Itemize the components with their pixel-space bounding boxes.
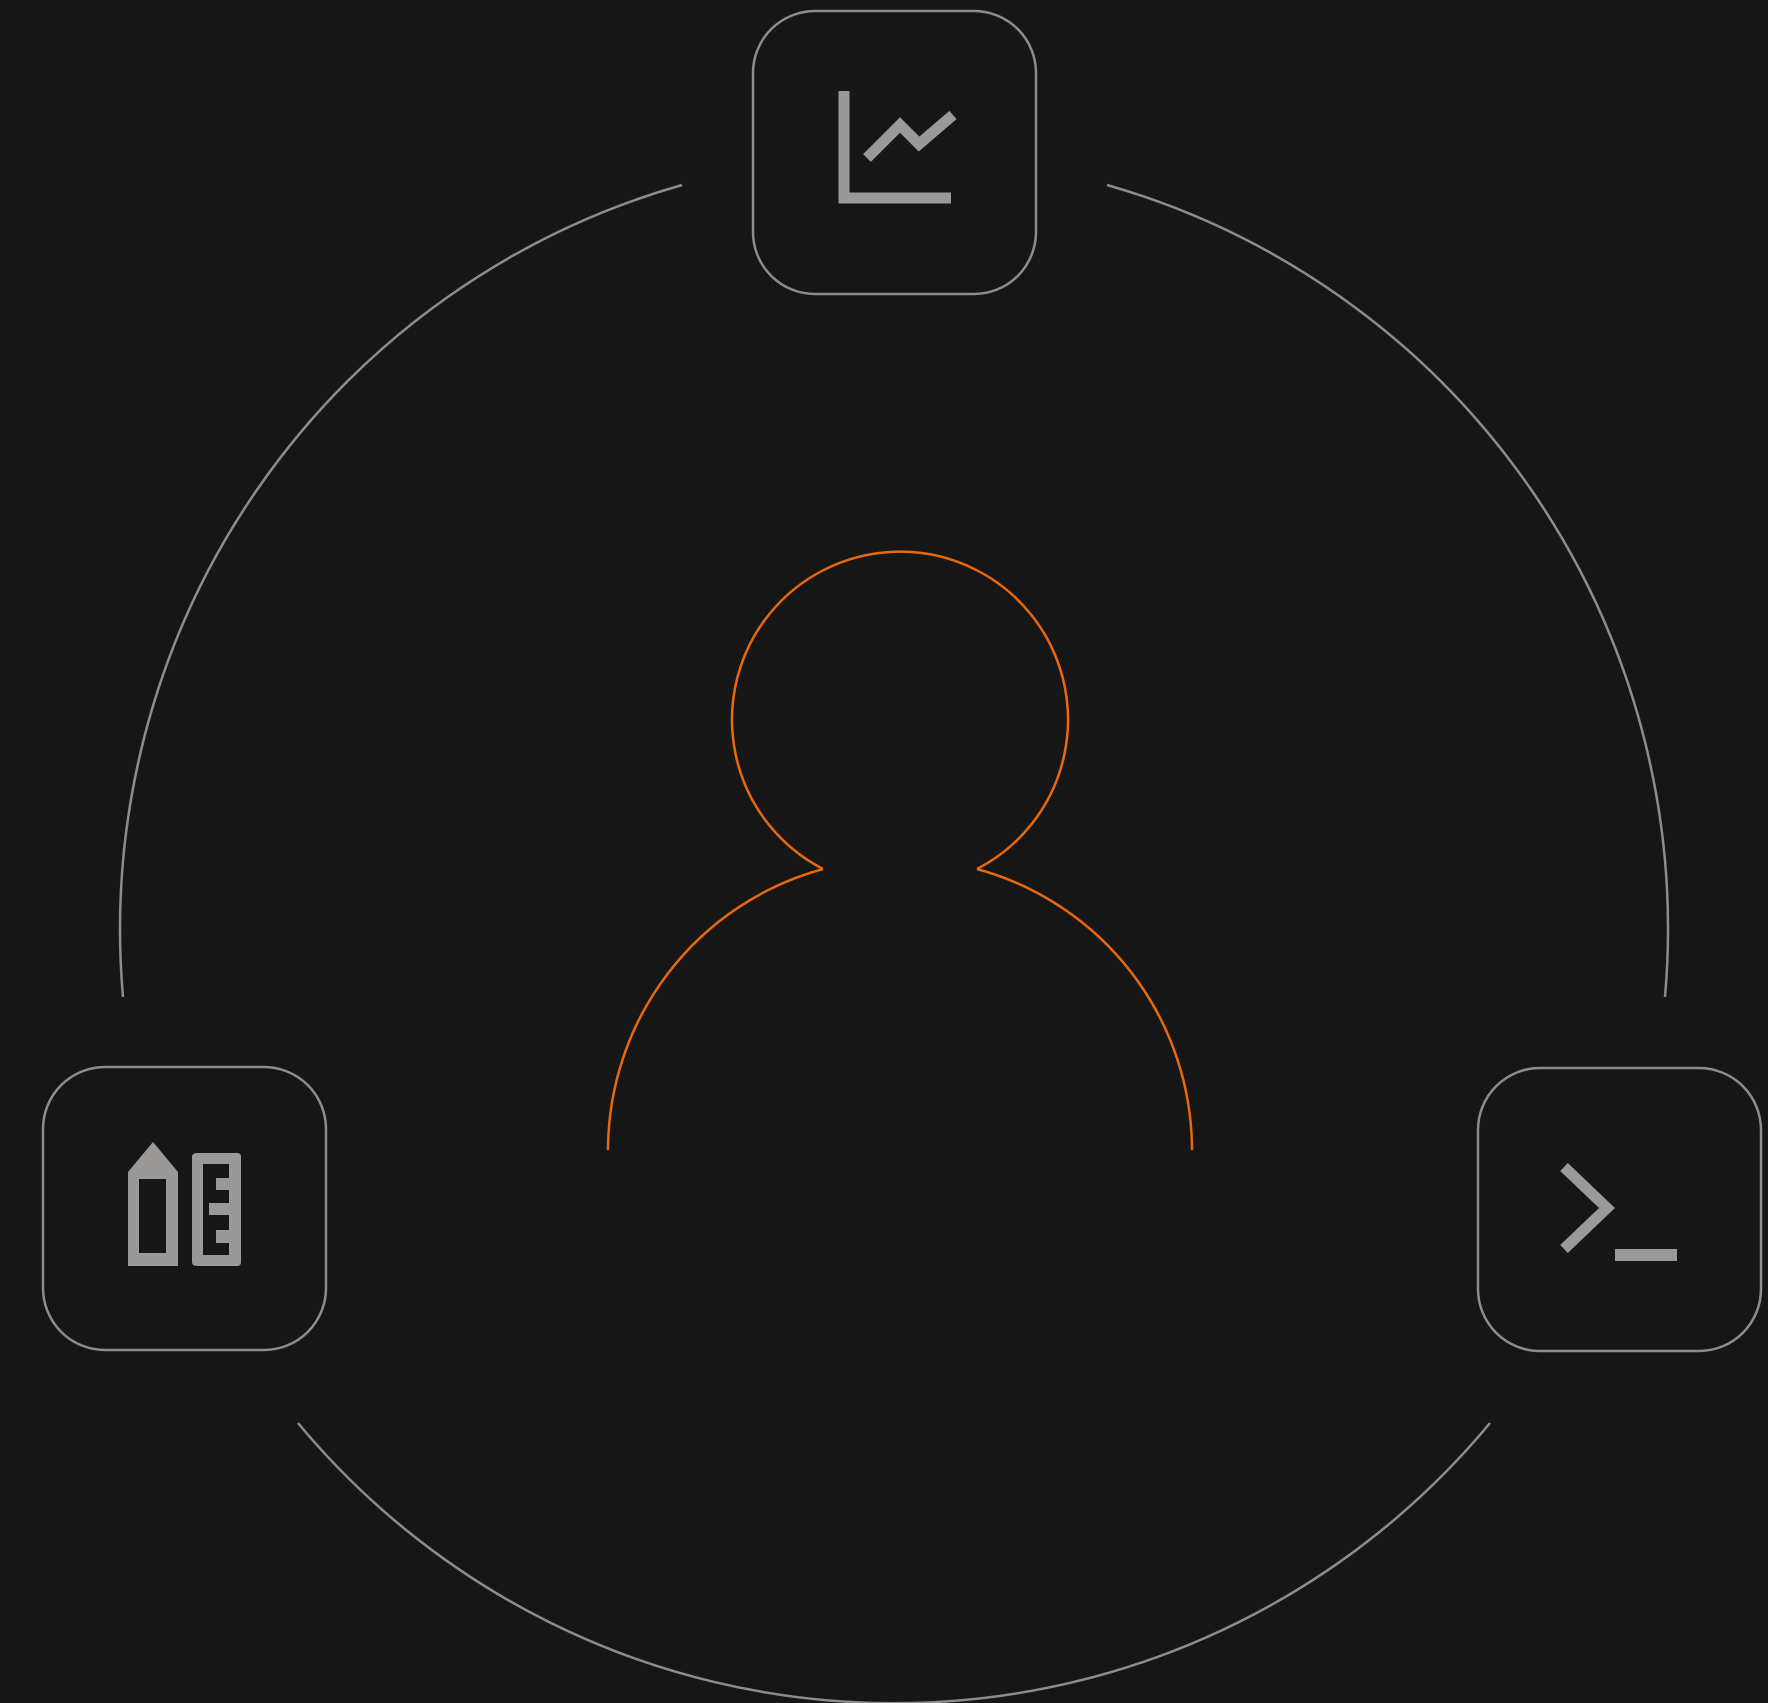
user-shoulders	[606, 867, 1194, 1151]
node-box	[751, 9, 1038, 296]
diagram-canvas	[41, 9, 1763, 1703]
role-diagram	[0, 0, 1768, 1703]
pencil-ruler-icon	[128, 1142, 241, 1266]
user-head	[730, 550, 1070, 871]
terminal-cursor	[1615, 1249, 1677, 1261]
terminal-prompt-chevron	[1560, 1163, 1615, 1253]
ring-arc-top-right	[1106, 183, 1670, 998]
node-analytics[interactable]	[751, 9, 1038, 296]
pencil-shape	[128, 1142, 178, 1266]
user-icon	[606, 550, 1194, 1151]
ring-arc-bottom	[297, 1422, 1491, 1703]
node-design[interactable]	[41, 1065, 328, 1352]
ruler-shape	[192, 1153, 241, 1266]
node-terminal[interactable]	[1476, 1066, 1763, 1353]
line-chart-icon	[838, 91, 957, 204]
node-box	[41, 1065, 328, 1352]
connector-ring	[118, 183, 1670, 1703]
node-box	[1476, 1066, 1763, 1353]
ring-arc-top-left	[118, 183, 683, 998]
terminal-icon	[1560, 1163, 1677, 1261]
